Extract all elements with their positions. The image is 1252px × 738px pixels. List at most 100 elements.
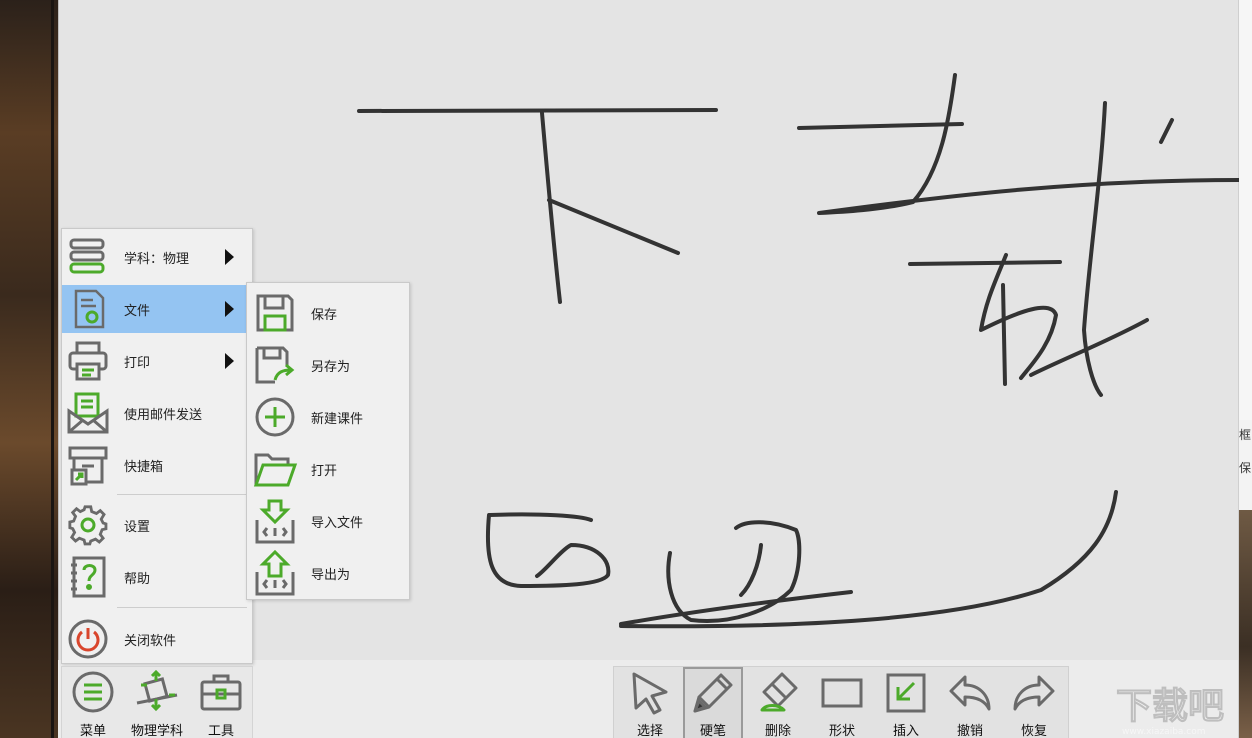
submenu-arrow-icon [225,353,234,369]
undo-label: 撤销 [957,720,983,738]
export-icon [247,549,303,597]
menu-item-close[interactable]: 关闭软件 [62,615,252,663]
adjacent-window-label: 保 [1239,459,1252,476]
plus-circle-icon [247,393,303,441]
undo-button[interactable]: 撤销 [940,667,1000,738]
help-icon [62,553,114,601]
toolbox-icon [198,667,244,716]
pen-tool-label: 硬笔 [700,720,726,738]
menu-item-quickbox[interactable]: 快捷箱 [62,441,252,489]
menu-item-label: 文件 [124,300,150,319]
erase-tool-label: 删除 [765,720,791,738]
watermark-text: 下载吧 [1116,686,1224,727]
menu-item-settings[interactable]: 设置 [62,501,252,549]
ink-stroke [488,515,608,586]
adjacent-window-label: 框 [1239,426,1252,443]
menu-item-label: 打印 [124,352,150,371]
submenu-arrow-icon [225,301,234,317]
submenu-item-save[interactable]: 保存 [247,287,409,339]
submenu-item-label: 打开 [311,460,337,479]
main-menu: 学科：物理 文件 打印 使用邮件发送 [61,228,253,664]
ink-stroke [981,255,1056,378]
menu-divider [117,494,247,495]
submenu-arrow-icon [225,249,234,265]
ink-stroke [490,514,591,520]
save-as-icon [247,341,303,389]
submenu-item-import[interactable]: 导入文件 [247,495,409,547]
ink-stroke [1003,285,1005,384]
menu-item-print[interactable]: 打印 [62,337,252,385]
gear-icon [62,501,114,549]
submenu-item-label: 保存 [311,304,337,323]
submenu-item-new-courseware[interactable]: 新建课件 [247,391,409,443]
erase-tool-button[interactable]: 删除 [748,667,808,738]
power-icon [62,615,114,663]
ink-stroke [542,113,560,302]
menu-icon [71,667,115,716]
menu-item-label: 使用邮件发送 [124,404,202,423]
redo-button[interactable]: 恢复 [1004,667,1064,738]
adjacent-window-scrollbar [1239,0,1252,420]
rectangle-icon [819,667,865,718]
file-submenu: 保存 另存为 新建课件 打开 [246,282,410,600]
desktop-background-left [0,0,58,738]
books-icon [62,233,114,281]
ink-stroke [741,545,761,595]
ink-stroke [549,200,678,253]
menu-item-email[interactable]: 使用邮件发送 [62,389,252,437]
tools-button-label: 工具 [208,720,234,738]
submenu-item-save-as[interactable]: 另存为 [247,339,409,391]
menu-item-help[interactable]: 帮助 [62,553,252,601]
physics-subject-label: 物理学科 [131,720,183,738]
redo-label: 恢复 [1021,720,1047,738]
submenu-item-label: 导入文件 [311,512,363,531]
menu-button-label: 菜单 [80,720,106,738]
menu-item-label: 关闭软件 [124,630,176,649]
submenu-item-open[interactable]: 打开 [247,443,409,495]
adjacent-window-edge: 框 保 [1238,0,1252,738]
tools-button[interactable]: 工具 [190,667,252,738]
quick-box-icon [62,441,114,489]
menu-item-file[interactable]: 文件 [62,285,252,333]
printer-icon [62,337,114,385]
menu-item-label: 帮助 [124,568,150,587]
insert-tool-label: 插入 [893,720,919,738]
shape-tool-label: 形状 [829,720,855,738]
submenu-item-label: 导出为 [311,564,350,583]
menu-button[interactable]: 菜单 [62,667,124,738]
cursor-icon [628,667,672,718]
submenu-item-label: 另存为 [311,356,350,375]
folder-open-icon [247,445,303,493]
ink-stroke [819,75,1239,213]
watermark-logo: 下载吧 www.xiazaiba.com [1112,676,1252,738]
document-gear-icon [62,285,114,333]
submenu-item-export[interactable]: 导出为 [247,547,409,599]
insert-tool-button[interactable]: 插入 [876,667,936,738]
menu-item-subject[interactable]: 学科：物理 [62,233,252,281]
menu-item-label: 设置 [124,516,150,535]
save-icon [247,289,303,337]
menu-item-label: 学科：物理 [124,248,189,267]
menu-item-label: 快捷箱 [124,456,163,475]
ink-stroke [621,492,1116,626]
watermark-domain: www.xiazaiba.com [1122,727,1206,737]
menu-divider [117,607,247,608]
shape-tool-button[interactable]: 形状 [812,667,872,738]
drawing-toolbar: 选择 硬笔 删除 形状 [613,666,1069,738]
insert-icon [884,667,928,718]
redo-icon [1011,667,1057,718]
physics-subject-button[interactable]: 物理学科 [126,667,188,738]
left-toolbar: 菜单 物理学科 工具 [61,666,253,738]
select-tool-label: 选择 [637,720,663,738]
ink-stroke [1161,120,1172,142]
physics-icon [133,667,181,716]
select-tool-button[interactable]: 选择 [620,667,680,738]
site-watermark: 下载吧 www.xiazaiba.com [1112,676,1252,738]
mail-icon [62,389,114,437]
ink-stroke [910,262,1060,264]
pen-tool-button[interactable]: 硬笔 [683,667,743,738]
eraser-icon [756,667,800,718]
pen-icon [691,669,735,718]
import-icon [247,497,303,545]
ink-stroke [799,124,962,128]
